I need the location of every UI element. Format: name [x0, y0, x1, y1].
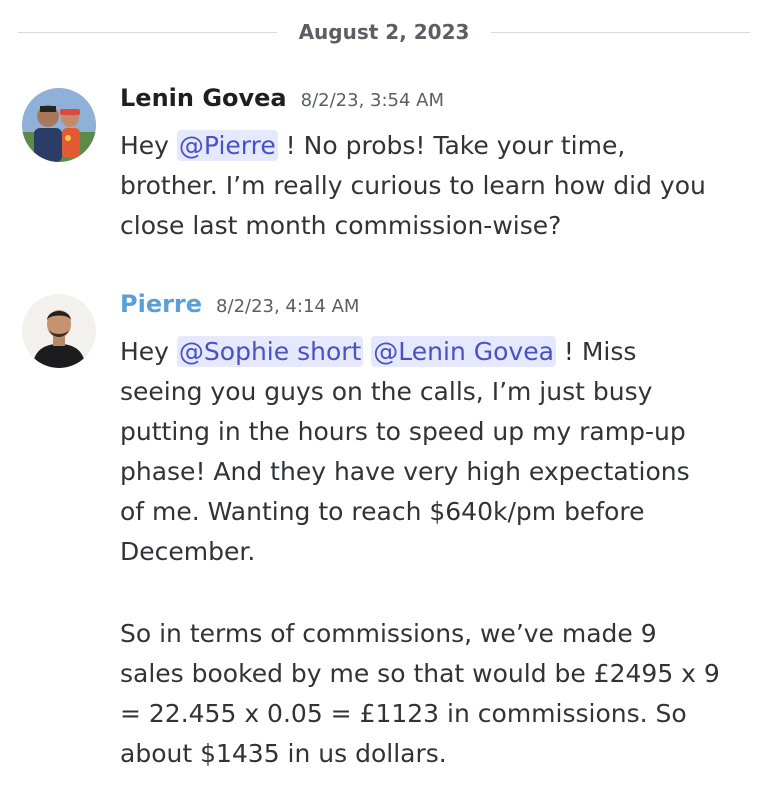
avatar[interactable]	[22, 294, 96, 368]
date-divider: August 2, 2023	[18, 14, 750, 50]
message-header: Lenin Govea 8/2/23, 3:54 AM	[120, 84, 444, 124]
user-mention[interactable]: @Lenin Govea	[371, 336, 556, 367]
message-line: sales booked by me so that would be £249…	[120, 659, 720, 688]
message-header: Pierre 8/2/23, 4:14 AM	[120, 290, 359, 330]
author-name[interactable]: Pierre	[120, 290, 202, 318]
date-divider-label: August 2, 2023	[298, 20, 470, 44]
divider-line-left	[18, 31, 277, 33]
user-mention[interactable]: @Sophie short	[176, 336, 364, 367]
message-line: So in terms of commissions, we’ve made 9	[120, 619, 657, 648]
message-timestamp: 8/2/23, 3:54 AM	[300, 90, 445, 111]
message-line: December.	[120, 537, 256, 566]
message-line: = 22.455 x 0.05 = £1123 in commissions. …	[120, 699, 687, 728]
message-line: phase! And they have very high expectati…	[120, 457, 690, 486]
message-content: Hey @Pierre ! No probs! Take your time, …	[120, 126, 760, 246]
message-line: Hey @Pierre ! No probs! Take your time,	[120, 130, 626, 161]
message-line: brother. I’m really curious to learn how…	[120, 171, 706, 200]
divider-line-right	[491, 31, 750, 33]
message-line: about $1435 in us dollars.	[120, 739, 447, 768]
avatar[interactable]	[22, 88, 96, 162]
message-line: of me. Wanting to reach $640k/pm before	[120, 497, 645, 526]
user-mention[interactable]: @Pierre	[176, 130, 278, 161]
message-line: close last month commission-wise?	[120, 211, 562, 240]
message-line: putting in the hours to speed up my ramp…	[120, 417, 686, 446]
message-line: seeing you guys on the calls, I’m just b…	[120, 377, 653, 406]
message-line: Hey @Sophie short @Lenin Govea ! Miss	[120, 336, 637, 367]
message-timestamp: 8/2/23, 4:14 AM	[216, 296, 360, 317]
message-content: Hey @Sophie short @Lenin Govea ! Miss se…	[120, 332, 760, 774]
author-name[interactable]: Lenin Govea	[120, 84, 287, 112]
